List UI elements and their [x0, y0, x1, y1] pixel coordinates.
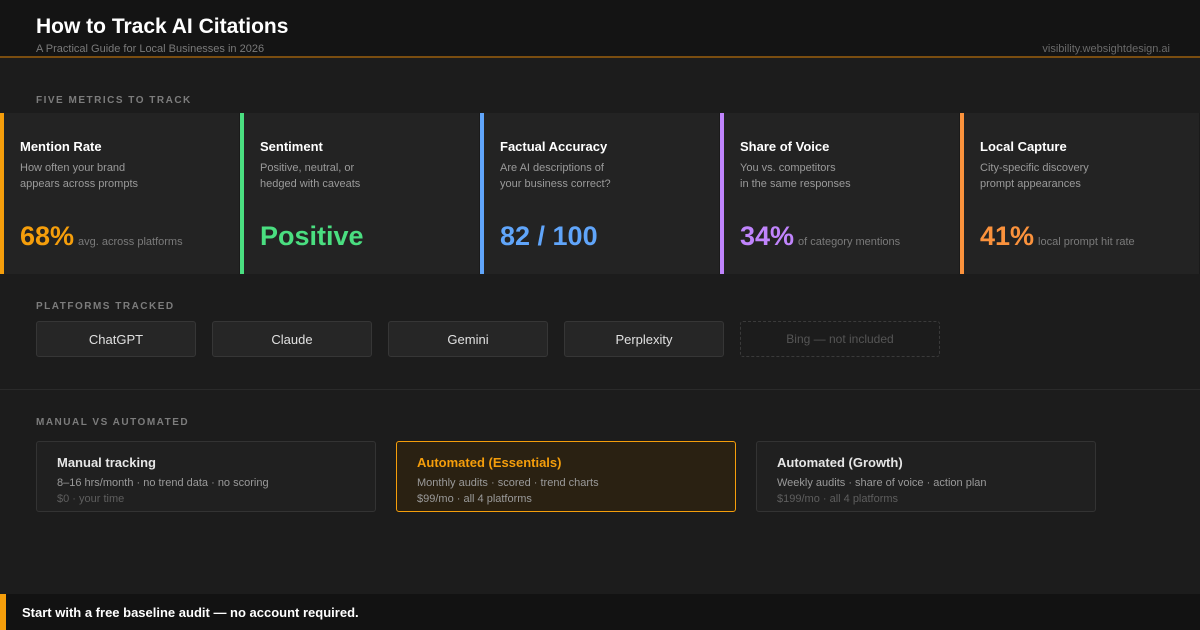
- page-subtitle: A Practical Guide for Local Businesses i…: [36, 43, 265, 55]
- metric-note: local prompt hit rate: [1038, 236, 1135, 248]
- metric-note: avg. across platforms: [78, 236, 183, 248]
- plan-card-essentials[interactable]: Automated (Essentials) Monthly audits · …: [396, 441, 736, 512]
- metric-value: Positive: [260, 221, 364, 251]
- metric-value: 34%: [740, 221, 795, 251]
- plan-price: $0 · your time: [57, 493, 125, 505]
- metric-value-row: Positive: [260, 221, 364, 252]
- metric-card-mention-rate: Mention Rate How often your brand appear…: [0, 113, 240, 274]
- footer-cta-bar[interactable]: Start with a free baseline audit — no ac…: [0, 594, 1200, 630]
- metric-description-line: hedged with caveats: [260, 178, 361, 190]
- metrics-section-label: FIVE METRICS TO TRACK: [36, 95, 192, 106]
- plan-comparison: Manual tracking 8–16 hrs/month · no tren…: [36, 441, 1096, 512]
- metric-description-line: Are AI descriptions of: [500, 162, 604, 174]
- metric-description-line: You vs. competitors: [740, 162, 836, 174]
- metric-description: How often your brand appears across prom…: [20, 160, 220, 192]
- metric-card-local-capture: Local Capture City-specific discovery pr…: [960, 113, 1200, 274]
- metric-title: Share of Voice: [740, 139, 830, 154]
- platform-chip-excluded: Bing — not included: [740, 321, 940, 357]
- metric-title: Mention Rate: [20, 139, 102, 154]
- plan-features: Weekly audits · share of voice · action …: [777, 477, 987, 489]
- metric-description-line: How often your brand: [20, 162, 126, 174]
- plan-card-manual[interactable]: Manual tracking 8–16 hrs/month · no tren…: [36, 441, 376, 512]
- platforms-section-label: PLATFORMS TRACKED: [36, 301, 175, 312]
- plan-title: Automated (Essentials): [417, 455, 562, 470]
- metrics-row: Mention Rate How often your brand appear…: [0, 113, 1200, 274]
- page-title: How to Track AI Citations: [36, 15, 289, 38]
- plan-card-growth[interactable]: Automated (Growth) Weekly audits · share…: [756, 441, 1096, 512]
- platform-chip-gemini[interactable]: Gemini: [388, 321, 548, 357]
- metric-card-sentiment: Sentiment Positive, neutral, or hedged w…: [240, 113, 480, 274]
- metric-description-line: Positive, neutral, or: [260, 162, 355, 174]
- metric-value: 41%: [980, 221, 1035, 251]
- platform-chip-perplexity[interactable]: Perplexity: [564, 321, 724, 357]
- metric-value-row: 34% of category mentions: [740, 221, 900, 252]
- metric-value-row: 41% local prompt hit rate: [980, 221, 1135, 252]
- metric-description: Positive, neutral, or hedged with caveat…: [260, 160, 460, 192]
- metric-description: City-specific discovery prompt appearanc…: [980, 160, 1180, 192]
- metric-card-factual-accuracy: Factual Accuracy Are AI descriptions of …: [480, 113, 720, 274]
- header: How to Track AI Citations A Practical Gu…: [0, 0, 1200, 58]
- metric-title: Sentiment: [260, 139, 323, 154]
- metric-note: of category mentions: [798, 236, 901, 248]
- plan-features: 8–16 hrs/month · no trend data · no scor…: [57, 477, 269, 489]
- plan-price: $199/mo · all 4 platforms: [777, 493, 899, 505]
- platform-list: ChatGPT Claude Gemini Perplexity Bing — …: [36, 321, 940, 357]
- plan-price: $99/mo · all 4 platforms: [417, 493, 532, 505]
- platform-chip-claude[interactable]: Claude: [212, 321, 372, 357]
- metric-title: Local Capture: [980, 139, 1067, 154]
- metric-value: 68%: [20, 221, 75, 251]
- metric-card-share-of-voice: Share of Voice You vs. competitors in th…: [720, 113, 960, 274]
- platform-chip-chatgpt[interactable]: ChatGPT: [36, 321, 196, 357]
- metric-description-line: City-specific discovery: [980, 162, 1089, 174]
- metric-description-line: prompt appearances: [980, 178, 1081, 190]
- site-domain[interactable]: visibility.websightdesign.ai: [1042, 43, 1170, 55]
- metric-value-row: 82 / 100: [500, 221, 598, 252]
- metric-value-row: 68% avg. across platforms: [20, 221, 183, 252]
- metric-description-line: appears across prompts: [20, 178, 138, 190]
- plans-section-label: MANUAL VS AUTOMATED: [36, 417, 190, 428]
- plan-title: Automated (Growth): [777, 455, 903, 470]
- plan-title: Manual tracking: [57, 455, 156, 470]
- metric-description-line: your business correct?: [500, 178, 611, 190]
- metric-title: Factual Accuracy: [500, 139, 608, 154]
- section-divider: [0, 389, 1200, 390]
- metric-description: Are AI descriptions of your business cor…: [500, 160, 700, 192]
- footer-cta-text[interactable]: Start with a free baseline audit — no ac…: [22, 605, 359, 620]
- metric-description: You vs. competitors in the same response…: [740, 160, 940, 192]
- plan-features: Monthly audits · scored · trend charts: [417, 477, 599, 489]
- metric-description-line: in the same responses: [740, 178, 851, 190]
- metric-value: 82 / 100: [500, 221, 598, 251]
